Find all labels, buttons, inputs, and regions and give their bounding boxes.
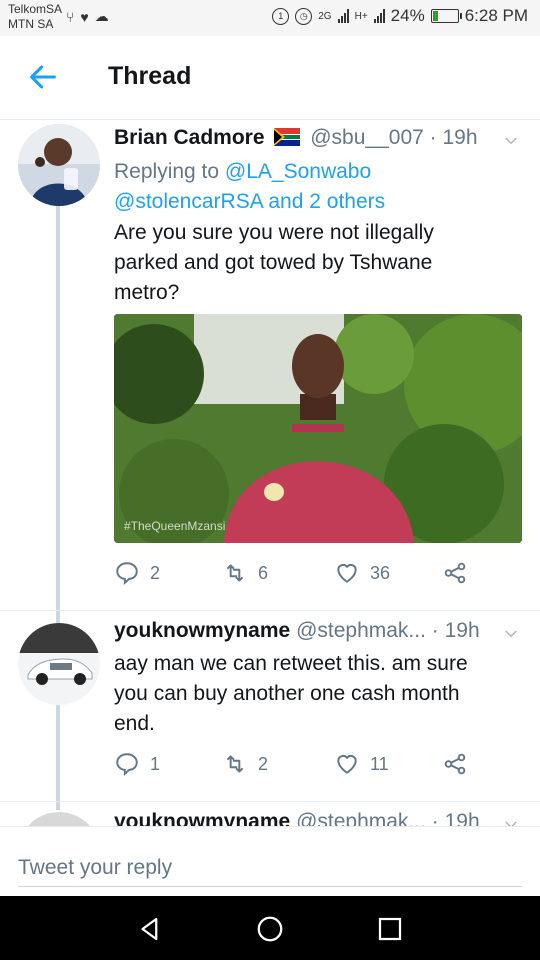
reply-button[interactable]: 1 (114, 751, 160, 777)
retweet-icon (226, 564, 244, 582)
network-type-1: 2G (318, 10, 332, 22)
status-bar: TelkomSA MTN SA ⑂ ♥ ☁ 1 ◷ 2G H+ 24% 6:28… (0, 0, 540, 36)
reply-button[interactable]: 2 (114, 560, 160, 586)
user-handle[interactable]: @stephmak... (296, 810, 426, 826)
tweet-header: youknowmyname @stephmak... · 19h (114, 810, 530, 826)
battery-percent: 24% (390, 6, 425, 25)
chevron-down-icon[interactable] (502, 816, 520, 826)
carrier-1: TelkomSA (8, 2, 63, 16)
tweet-reply-input[interactable] (18, 849, 522, 887)
signal-icon-2 (373, 9, 385, 23)
avatar[interactable] (18, 124, 100, 206)
recents-square-icon[interactable] (375, 914, 405, 944)
retweet-button[interactable]: 2 (222, 751, 268, 777)
chevron-down-icon[interactable] (502, 625, 520, 643)
tweet-time: · 19h (429, 126, 478, 149)
tweet-text-line: you can buy another one cash month (114, 682, 460, 705)
twitter-thread-screen: TelkomSA MTN SA ⑂ ♥ ☁ 1 ◷ 2G H+ 24% 6:28… (0, 0, 540, 960)
tweet[interactable]: Brian Cadmore @sbu__007 · 19h Replying t… (0, 120, 540, 610)
android-nav-bar (0, 896, 540, 960)
tweet-text-line: end. (114, 712, 155, 735)
tweet-actions: 2 6 36 (114, 560, 520, 590)
retweet-icon (226, 755, 244, 773)
heart-monitor-icon: ♥ (80, 8, 89, 25)
tweet[interactable]: youknowmyname @stephmak... · 19h (0, 802, 540, 826)
reply-count: 1 (150, 753, 161, 774)
avatar[interactable] (18, 623, 100, 705)
mention-link[interactable]: @stolencarRSA and 2 others (114, 190, 385, 213)
reply-icon (116, 753, 138, 776)
display-name[interactable]: Brian Cadmore (114, 126, 265, 149)
share-button[interactable] (442, 751, 468, 777)
retweet-button[interactable]: 6 (222, 560, 268, 586)
home-circle-icon[interactable] (255, 914, 285, 944)
tweet-actions: 1 2 11 (114, 751, 520, 781)
heart-icon (337, 754, 357, 774)
tweet-text-line: Are you sure you were not illegally (114, 221, 434, 244)
cloud-icon: ☁ (94, 8, 109, 24)
arrow-left-icon[interactable] (26, 60, 60, 94)
tweet-text-line: metro? (114, 281, 180, 304)
battery-icon (430, 9, 462, 23)
tweet-media-image[interactable]: #TheQueenMzansi (114, 314, 522, 543)
clock: 6:28 PM (464, 6, 528, 25)
replying-to-2: @stolencarRSA and 2 others (114, 187, 520, 217)
display-name[interactable]: youknowmyname (114, 810, 290, 826)
alarm-icon: ◷ (295, 7, 313, 25)
tweet-time: · 19h (431, 619, 480, 642)
user-photo (18, 124, 100, 206)
tweet[interactable]: youknowmyname @stephmak... · 19h aay man… (0, 611, 540, 801)
page-title: Thread (108, 62, 192, 90)
like-count: 11 (370, 753, 389, 774)
app-header: Thread (0, 36, 540, 120)
like-count: 36 (370, 562, 391, 583)
user-handle[interactable]: @sbu__007 (310, 126, 424, 149)
tweet-text: aay man we can retweet this. am sure you… (114, 649, 520, 739)
share-icon (444, 562, 466, 584)
tweet-text-line: aay man we can retweet this. am sure (114, 652, 468, 675)
tweet-time: · 19h (431, 810, 480, 826)
replying-prefix: Replying to (114, 160, 225, 183)
like-button[interactable]: 11 (334, 751, 389, 777)
carrier-2: MTN SA (8, 17, 54, 31)
like-button[interactable]: 36 (334, 560, 390, 586)
media-watermark: #TheQueenMzansi (124, 519, 226, 533)
avatar[interactable] (18, 812, 100, 826)
share-icon (444, 753, 466, 775)
car-avatar-photo (18, 623, 100, 705)
retweet-count: 2 (258, 753, 269, 774)
mention-link[interactable]: @LA_Sonwabo (225, 160, 371, 183)
heart-icon (337, 563, 357, 583)
network-type-2: H+ (354, 10, 368, 22)
reply-count: 2 (150, 562, 161, 583)
tweet-header: youknowmyname @stephmak... · 19h (114, 619, 530, 643)
retweet-count: 6 (258, 562, 269, 583)
tweet-text: Are you sure you were not illegally park… (114, 218, 520, 308)
replying-to: Replying to @LA_Sonwabo (114, 157, 520, 187)
share-button[interactable] (442, 560, 468, 586)
man-in-garden-photo (114, 314, 522, 543)
reply-composer (0, 826, 540, 896)
chevron-down-icon[interactable] (502, 132, 520, 150)
back-triangle-icon[interactable] (135, 914, 165, 944)
tweet-text-line: parked and got towed by Tshwane (114, 251, 433, 274)
user-handle[interactable]: @stephmak... (296, 619, 426, 642)
thread-list: Brian Cadmore @sbu__007 · 19h Replying t… (0, 120, 540, 826)
display-name[interactable]: youknowmyname (114, 619, 290, 642)
carrier-info: TelkomSA MTN SA (8, 2, 62, 32)
usb-icon: ⑂ (66, 8, 75, 25)
signal-icon (337, 9, 349, 23)
tweet-header: Brian Cadmore @sbu__007 · 19h (114, 126, 530, 150)
reply-icon (116, 562, 138, 585)
south-africa-flag-icon (274, 128, 301, 146)
data-saver-icon: 1 (272, 7, 290, 25)
